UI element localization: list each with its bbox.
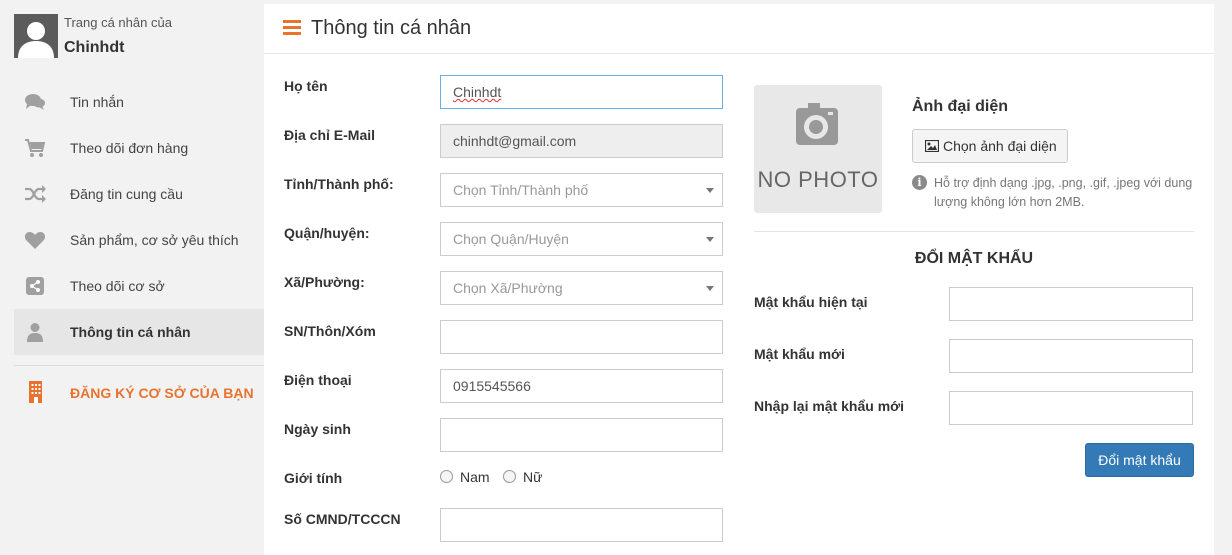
district-placeholder: Chọn Quận/Huyện [453, 231, 569, 247]
confirm-password-input[interactable] [949, 391, 1193, 425]
shuffle-icon [24, 184, 46, 204]
sidebar-item-label: Đăng tin cung cầu [70, 186, 183, 202]
gender-male-label[interactable]: Nam [460, 469, 490, 485]
sidebar-item-supply-demand[interactable]: Đăng tin cung cầu [14, 171, 264, 217]
fullname-label: Họ tên [284, 78, 328, 94]
info-icon: i [912, 175, 927, 190]
province-select[interactable]: Chọn Tỉnh/Thành phố [440, 173, 723, 207]
sidebar-item-followed-shops[interactable]: Theo dõi cơ sở [14, 263, 264, 309]
new-password-label: Mật khẩu mới [754, 346, 845, 362]
avatar-hint: Hỗ trợ định dạng .jpg, .png, .gif, .jpeg… [934, 176, 1193, 209]
share-icon [24, 276, 46, 296]
image-icon [925, 140, 939, 152]
confirm-password-label: Nhập lại mật khẩu mới [754, 398, 904, 414]
fullname-input[interactable]: Chinhdt [440, 75, 723, 109]
choose-avatar-label: Chọn ảnh đại diện [943, 138, 1057, 154]
sidebar-divider [14, 365, 264, 366]
email-label: Địa chỉ E-Mail [284, 127, 376, 143]
birthday-input[interactable] [440, 418, 723, 452]
section-divider [754, 231, 1194, 232]
province-label: Tỉnh/Thành phố: [284, 176, 394, 192]
sidebar-nav: Tin nhắn Theo dõi đơn hàng Đăng tin cung… [14, 79, 264, 355]
sidebar-item-personal-info[interactable]: Thông tin cá nhân [14, 309, 264, 355]
user-avatar-icon [14, 14, 58, 58]
panel-header: Thông tin cá nhân [264, 4, 1214, 54]
avatar[interactable] [14, 14, 58, 58]
caret-down-icon [706, 237, 714, 242]
gender-label: Giới tính [284, 470, 343, 486]
cart-icon [24, 138, 46, 158]
page-margin [1214, 0, 1232, 555]
comments-icon [24, 92, 46, 112]
gender-male-radio[interactable] [440, 470, 453, 483]
sidebar-item-label: Tin nhắn [70, 94, 124, 110]
no-photo-text: NO PHOTO [757, 167, 879, 192]
ward-placeholder: Chọn Xã/Phường [453, 280, 563, 296]
birthday-label: Ngày sinh [284, 421, 351, 437]
sidebar-item-label: Thông tin cá nhân [70, 324, 191, 340]
district-select[interactable]: Chọn Quận/Huyện [440, 222, 723, 256]
menu-icon [283, 20, 301, 36]
current-password-label: Mật khẩu hiện tại [754, 294, 868, 310]
new-password-input[interactable] [949, 339, 1193, 373]
personal-info-panel: Thông tin cá nhân Họ tên Chinhdt Địa chỉ… [264, 4, 1214, 555]
page-title: Thông tin cá nhân [311, 17, 472, 39]
ward-select[interactable]: Chọn Xã/Phường [440, 271, 723, 305]
building-icon [24, 380, 46, 403]
avatar-heading: Ảnh đại diện [912, 98, 1008, 115]
current-password-input[interactable] [949, 287, 1193, 321]
phone-input[interactable]: 0915545566 [440, 369, 723, 403]
address-label: SN/Thôn/Xóm [284, 323, 376, 339]
choose-avatar-button[interactable]: Chọn ảnh đại diện [912, 129, 1068, 163]
profile-name[interactable]: Chinhdt [64, 39, 124, 57]
sidebar-item-label: Sản phẩm, cơ sở yêu thích [70, 232, 239, 248]
province-placeholder: Chọn Tỉnh/Thành phố [453, 182, 589, 198]
district-label: Quận/huyện: [284, 225, 370, 241]
change-password-heading: ĐỔI MẬT KHẨU [914, 250, 1034, 267]
user-icon [24, 322, 46, 342]
change-password-button[interactable]: Đổi mật khẩu [1085, 443, 1194, 477]
caret-down-icon [706, 188, 714, 193]
email-field: chinhdt@gmail.com [440, 124, 723, 158]
gender-female-radio[interactable] [503, 470, 516, 483]
ward-label: Xã/Phường: [284, 274, 365, 290]
camera-icon [796, 103, 838, 145]
idcard-label: Số CMND/TCCCN [284, 511, 401, 527]
profile-photo-placeholder: NO PHOTO [754, 85, 882, 213]
sidebar-item-label: Theo dõi đơn hàng [70, 140, 189, 156]
register-shop-link[interactable]: ĐĂNG KÝ CƠ SỞ CỦA BẠN [14, 378, 264, 408]
sidebar-item-favorites[interactable]: Sản phẩm, cơ sở yêu thích [14, 217, 264, 263]
caret-down-icon [706, 286, 714, 291]
address-input[interactable] [440, 320, 723, 354]
profile-caption: Trang cá nhân của [64, 15, 172, 30]
idcard-input[interactable] [440, 508, 723, 542]
phone-label: Điện thoại [284, 372, 352, 388]
sidebar: Trang cá nhân của Chinhdt Tin nhắn Theo … [0, 0, 264, 555]
register-shop-label: ĐĂNG KÝ CƠ SỞ CỦA BẠN [70, 385, 254, 401]
sidebar-item-orders[interactable]: Theo dõi đơn hàng [14, 125, 264, 171]
heart-icon [24, 230, 46, 250]
gender-female-label[interactable]: Nữ [523, 469, 542, 485]
fullname-value: Chinhdt [453, 84, 502, 100]
sidebar-item-label: Theo dõi cơ sở [70, 278, 165, 294]
sidebar-item-messages[interactable]: Tin nhắn [14, 79, 264, 125]
